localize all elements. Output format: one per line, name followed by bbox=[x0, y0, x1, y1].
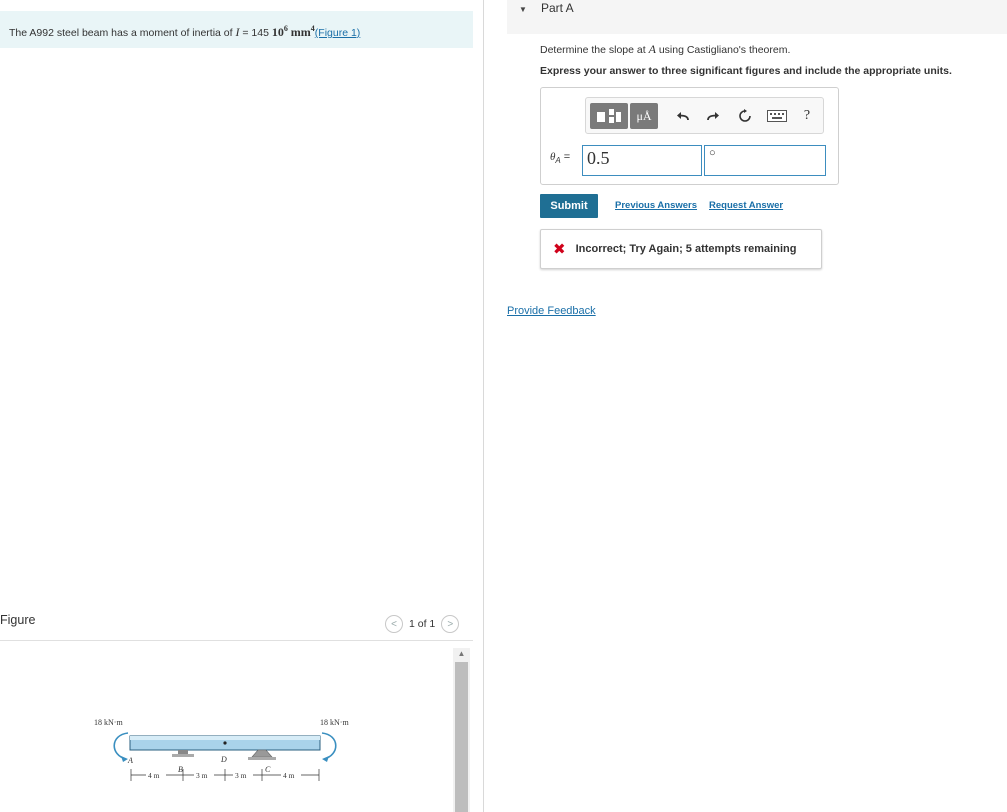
unit-mm4: mm4 bbox=[290, 24, 315, 39]
moment-right-label: 18 kN·m bbox=[320, 718, 349, 727]
dim-4-label: 4 m bbox=[283, 771, 295, 780]
previous-answers-link[interactable]: Previous Answers bbox=[615, 200, 697, 211]
power-of-ten: 106 bbox=[271, 24, 288, 39]
figure-title: Figure bbox=[0, 613, 36, 627]
column-divider bbox=[483, 0, 484, 812]
moment-left-arrowhead bbox=[121, 756, 128, 762]
question-instruction: Express your answer to three significant… bbox=[540, 65, 952, 77]
redo-button[interactable] bbox=[702, 103, 724, 129]
redo-icon bbox=[707, 112, 719, 121]
dim-3-label: 3 m bbox=[235, 771, 247, 780]
part-a-header[interactable]: ▼ Part A bbox=[507, 0, 1007, 34]
point-c-label: C bbox=[265, 765, 271, 774]
problem-text: The A992 steel beam has a moment of iner… bbox=[9, 27, 236, 39]
x-icon: ✖ bbox=[553, 241, 566, 258]
math-toolbar: μÅ ? bbox=[585, 97, 824, 134]
beam-figure: 18 kN·m 18 kN·m A B D C 4 m 3 m 3 m 4 m bbox=[94, 718, 349, 781]
keyboard-icon bbox=[767, 110, 787, 122]
beam-highlight bbox=[130, 736, 320, 740]
value-input[interactable]: 0.5 bbox=[582, 145, 702, 176]
problem-statement: The A992 steel beam has a moment of iner… bbox=[0, 11, 473, 48]
theta-label: θA = bbox=[550, 151, 571, 166]
reset-icon bbox=[739, 109, 751, 122]
pager-count: 1 of 1 bbox=[409, 618, 436, 630]
chevron-right-icon: > bbox=[447, 618, 454, 630]
units-button[interactable]: μÅ bbox=[630, 103, 658, 129]
figure-link[interactable]: (Figure 1) bbox=[315, 27, 361, 39]
answer-panel: μÅ ? θA = 0.5 ○ bbox=[540, 87, 839, 185]
figure-pager: < 1 of 1 > bbox=[385, 614, 460, 634]
reset-button[interactable] bbox=[734, 103, 756, 129]
support-c-base bbox=[248, 757, 276, 760]
caret-down-icon: ▼ bbox=[519, 5, 527, 14]
problem-equals: = 145 bbox=[239, 27, 272, 39]
templates-icon bbox=[597, 109, 621, 123]
submit-button[interactable]: Submit bbox=[540, 194, 598, 218]
question-text: Determine the slope at A using Castiglia… bbox=[540, 42, 791, 56]
moment-right-arrowhead bbox=[322, 756, 329, 762]
moment-right-arrow bbox=[321, 732, 337, 760]
prev-figure-button[interactable]: < bbox=[385, 615, 403, 633]
support-c bbox=[251, 749, 273, 758]
page: The A992 steel beam has a moment of iner… bbox=[0, 0, 1007, 812]
dim-2-label: 3 m bbox=[196, 771, 208, 780]
feedback-message: Incorrect; Try Again; 5 attempts remaini… bbox=[575, 243, 797, 255]
chevron-left-icon: < bbox=[391, 618, 397, 630]
figure-scrollbar[interactable]: ▲ bbox=[453, 648, 470, 812]
undo-button[interactable] bbox=[672, 103, 694, 129]
point-b-label: B bbox=[178, 765, 183, 774]
feedback-box: ✖ Incorrect; Try Again; 5 attempts remai… bbox=[540, 229, 822, 269]
undo-icon bbox=[677, 112, 689, 121]
support-b bbox=[178, 750, 188, 754]
next-figure-button[interactable]: > bbox=[441, 615, 460, 633]
moment-left-arrow bbox=[113, 732, 129, 760]
support-b-base bbox=[172, 754, 194, 757]
point-d-dot bbox=[223, 741, 227, 745]
part-title: Part A bbox=[541, 1, 574, 15]
request-answer-link[interactable]: Request Answer bbox=[709, 200, 783, 211]
help-button[interactable]: ? bbox=[796, 103, 818, 129]
scroll-up-arrow-icon[interactable]: ▲ bbox=[453, 648, 470, 660]
moment-left-label: 18 kN·m bbox=[94, 718, 123, 727]
point-a-label: A bbox=[127, 756, 133, 765]
keyboard-button[interactable] bbox=[766, 103, 788, 129]
figure-separator bbox=[0, 640, 473, 641]
provide-feedback-link[interactable]: Provide Feedback bbox=[507, 305, 596, 317]
templates-button[interactable] bbox=[590, 103, 628, 129]
point-d-label: D bbox=[220, 755, 227, 764]
unit-input[interactable]: ○ bbox=[704, 145, 826, 176]
scroll-thumb[interactable] bbox=[455, 662, 468, 812]
dim-1-label: 4 m bbox=[148, 771, 160, 780]
